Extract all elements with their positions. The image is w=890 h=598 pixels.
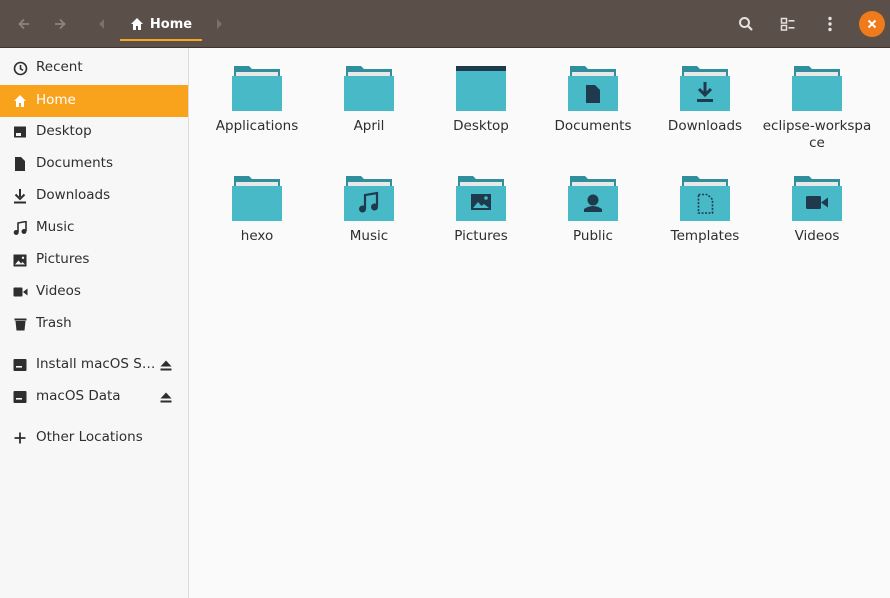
sidebar-device-macos-data[interactable]: macOS Data [0, 381, 188, 413]
kebab-menu-icon [828, 16, 832, 32]
drive-icon [12, 357, 28, 373]
chevron-right-icon [217, 19, 222, 29]
sidebar-item-videos[interactable]: Videos [0, 276, 188, 308]
folder-applications[interactable]: Applications [201, 64, 313, 135]
sidebar-item-pictures[interactable]: Pictures [0, 244, 188, 276]
home-icon [130, 18, 143, 30]
folder-templates[interactable]: Templates [649, 174, 761, 245]
file-label: Pictures [454, 228, 508, 244]
eject-icon[interactable] [158, 357, 174, 373]
plus-icon [12, 430, 28, 446]
music-icon [12, 220, 28, 236]
desktop-folder-icon [456, 66, 506, 111]
drive-icon [12, 389, 28, 405]
sidebar: Recent Home Desktop Documents Downloads … [0, 48, 189, 598]
search-button[interactable] [732, 10, 760, 38]
folder-pictures[interactable]: Pictures [425, 174, 537, 245]
file-label: Videos [794, 228, 840, 244]
file-label: Music [349, 228, 389, 244]
folder-eclipse-workspace[interactable]: eclipse-workspace [761, 64, 873, 152]
sidebar-item-label: Desktop [36, 123, 92, 139]
sidebar-item-documents[interactable]: Documents [0, 148, 188, 180]
sidebar-item-label: Pictures [36, 251, 90, 267]
folder-documents[interactable]: Documents [537, 64, 649, 135]
breadcrumb-active-indicator [120, 39, 202, 41]
sidebar-device-install-macos[interactable]: Install macOS S… [0, 349, 188, 381]
sidebar-item-label: Documents [36, 155, 113, 171]
sidebar-item-label: Downloads [36, 187, 111, 203]
arrow-right-icon [55, 18, 66, 30]
file-label: Downloads [667, 118, 743, 134]
sidebar-item-label: Recent [36, 59, 83, 75]
back-button[interactable] [10, 10, 38, 38]
path-scroll-left-button[interactable] [88, 10, 116, 38]
video-icon [12, 284, 28, 300]
sidebar-item-music[interactable]: Music [0, 212, 188, 244]
music-folder-icon [344, 176, 394, 221]
clock-icon [12, 60, 28, 76]
sidebar-item-label: Other Locations [36, 429, 143, 445]
sidebar-item-desktop[interactable]: Desktop [0, 116, 188, 148]
file-label: eclipse-workspace [762, 118, 872, 151]
breadcrumb-home[interactable]: Home [120, 0, 202, 48]
documents-folder-icon [568, 66, 618, 111]
folder-hexo[interactable]: hexo [201, 174, 313, 245]
sidebar-item-label: Music [36, 219, 75, 235]
picture-icon [12, 252, 28, 268]
folder-videos[interactable]: Videos [761, 174, 873, 245]
file-label: Desktop [453, 118, 509, 134]
folder-icon [232, 176, 282, 221]
sidebar-item-recent[interactable]: Recent [0, 52, 188, 84]
sidebar-item-other-locations[interactable]: Other Locations [0, 422, 188, 454]
file-label: Templates [670, 228, 740, 244]
sidebar-item-label: macOS Data [36, 388, 121, 404]
close-icon [867, 19, 877, 29]
list-view-icon [780, 17, 795, 31]
file-view: Applications April Desktop Documents Dow… [190, 48, 890, 598]
path-scroll-right-button[interactable] [205, 10, 233, 38]
eject-icon[interactable] [158, 389, 174, 405]
chevron-left-icon [99, 19, 104, 29]
file-label: Documents [554, 118, 632, 134]
home-icon [12, 93, 28, 109]
header-bar: Home [0, 0, 890, 48]
desktop-icon [12, 124, 28, 140]
folder-icon [792, 66, 842, 111]
file-label: hexo [240, 228, 274, 244]
downloads-folder-icon [680, 66, 730, 111]
view-toggle-button[interactable] [774, 10, 802, 38]
sidebar-item-label: Trash [36, 315, 72, 331]
file-label: April [353, 118, 385, 134]
folder-downloads[interactable]: Downloads [649, 64, 761, 135]
document-icon [12, 156, 28, 172]
folder-music[interactable]: Music [313, 174, 425, 245]
sidebar-item-label: Home [36, 92, 76, 108]
sidebar-item-label: Videos [36, 283, 81, 299]
sidebar-item-downloads[interactable]: Downloads [0, 180, 188, 212]
sidebar-item-trash[interactable]: Trash [0, 308, 188, 340]
breadcrumb-label: Home [149, 16, 193, 32]
folder-icon [232, 66, 282, 111]
file-label: Public [573, 228, 613, 244]
folder-public[interactable]: Public [537, 174, 649, 245]
download-icon [12, 188, 28, 204]
forward-button[interactable] [46, 10, 74, 38]
public-folder-icon [568, 176, 618, 221]
folder-desktop[interactable]: Desktop [425, 64, 537, 135]
pictures-folder-icon [456, 176, 506, 221]
trash-icon [12, 316, 28, 332]
menu-button[interactable] [816, 10, 844, 38]
sidebar-item-label: Install macOS S… [36, 356, 156, 372]
templates-folder-icon [680, 176, 730, 221]
videos-folder-icon [792, 176, 842, 221]
sidebar-item-home[interactable]: Home [0, 85, 188, 117]
folder-april[interactable]: April [313, 64, 425, 135]
folder-icon [344, 66, 394, 111]
search-icon [739, 17, 753, 31]
close-button[interactable] [859, 11, 885, 37]
file-label: Applications [215, 118, 299, 134]
arrow-left-icon [18, 18, 29, 30]
